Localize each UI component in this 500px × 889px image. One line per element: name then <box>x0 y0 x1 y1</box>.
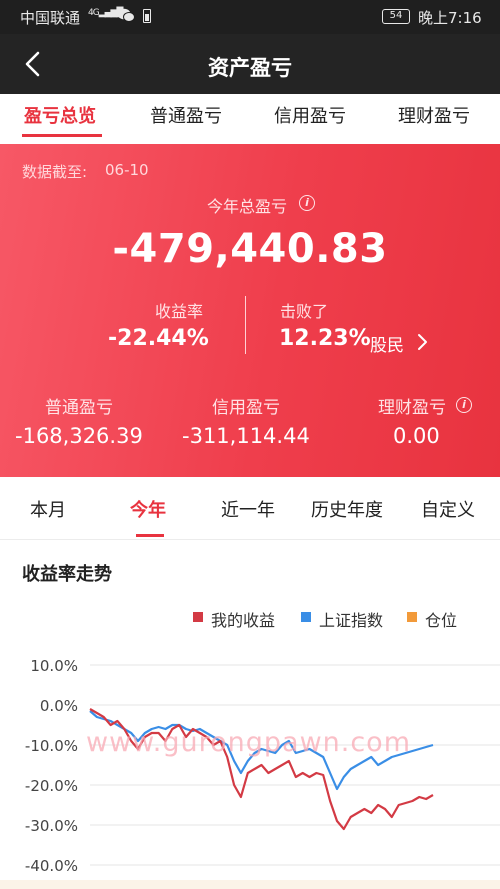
navigation-bar: 资产盈亏 <box>0 34 500 94</box>
legend-swatch-sse-index <box>301 612 311 622</box>
active-tab-indicator <box>22 134 102 137</box>
y-tick-label: -40.0% <box>25 857 78 875</box>
y-tick-label: -30.0% <box>25 817 78 835</box>
status-bar: 中国联通 4G▂▄▆█ 54 晚上7:16 <box>0 0 500 34</box>
as-of-label: 数据截至: <box>22 163 88 181</box>
y-tick-label: 10.0% <box>30 657 78 675</box>
y-tick-label: -20.0% <box>25 777 78 795</box>
y-tick-label: 0.0% <box>40 697 78 715</box>
notification-battery-icon <box>143 9 151 23</box>
return-rate-value: -22.44% <box>108 326 209 351</box>
y-tick-label: -10.0% <box>25 737 78 755</box>
tab-this-month[interactable]: 本月 <box>30 496 66 522</box>
ordinary-profit-label: 普通盈亏 <box>45 398 113 418</box>
return-trend-chart[interactable]: 10.0% 0.0% -10.0% -20.0% -30.0% -40.0% <box>0 645 500 889</box>
carrier-label: 中国联通 <box>20 9 81 27</box>
divider <box>245 296 246 354</box>
bottom-strip <box>0 880 500 889</box>
battery-icon: 54 <box>382 9 410 24</box>
wealth-profit-label: 理财盈亏 <box>378 398 446 418</box>
legend-my-return[interactable]: 我的收益 <box>211 607 275 631</box>
tab-ordinary[interactable]: 普通盈亏 <box>150 102 222 128</box>
ordinary-profit-value: -168,326.39 <box>15 424 143 448</box>
wealth-profit-value: 0.00 <box>393 424 440 448</box>
clock: 晚上7:16 <box>418 9 482 27</box>
legend-swatch-my-return <box>193 612 203 622</box>
chart-title: 收益率走势 <box>22 564 112 585</box>
chevron-right-icon[interactable] <box>416 332 428 352</box>
beat-value[interactable]: 12.23% <box>279 326 371 351</box>
profit-summary-card: 数据截至: 06-10 今年总盈亏 i -479,440.83 收益率 -22.… <box>0 144 500 477</box>
wechat-icon <box>117 8 135 22</box>
active-period-indicator <box>136 534 164 537</box>
legend-swatch-position <box>407 612 417 622</box>
top-tabs: 盈亏总览 普通盈亏 信用盈亏 理财盈亏 <box>0 94 500 144</box>
total-profit-value: -479,440.83 <box>112 226 388 272</box>
tab-overview[interactable]: 盈亏总览 <box>24 102 96 128</box>
tab-wealth[interactable]: 理财盈亏 <box>398 102 470 128</box>
total-profit-label: 今年总盈亏 <box>207 197 288 216</box>
info-icon[interactable]: i <box>456 397 472 413</box>
beat-label: 击败了 <box>280 302 329 321</box>
page-title: 资产盈亏 <box>208 56 292 80</box>
info-icon[interactable]: i <box>299 195 315 211</box>
battery-level: 54 <box>389 10 403 21</box>
tab-credit[interactable]: 信用盈亏 <box>274 102 346 128</box>
beat-unit-label[interactable]: 股民 <box>370 331 404 356</box>
legend-position[interactable]: 仓位 <box>425 607 457 631</box>
return-rate-label: 收益率 <box>155 302 204 321</box>
tab-last-year[interactable]: 近一年 <box>221 496 275 522</box>
tab-custom[interactable]: 自定义 <box>421 496 475 522</box>
watermark-text: www.gurongpawn.com <box>86 727 412 758</box>
as-of-date: 06-10 <box>105 161 149 179</box>
legend-sse-index[interactable]: 上证指数 <box>319 607 383 631</box>
credit-profit-value: -311,114.44 <box>182 424 310 448</box>
period-tabs: 本月 今年 近一年 历史年度 自定义 <box>0 477 500 540</box>
tab-history-years[interactable]: 历史年度 <box>311 496 383 522</box>
tab-this-year[interactable]: 今年 <box>130 496 166 522</box>
network-type-label: 4G <box>88 8 100 18</box>
credit-profit-label: 信用盈亏 <box>212 398 280 418</box>
